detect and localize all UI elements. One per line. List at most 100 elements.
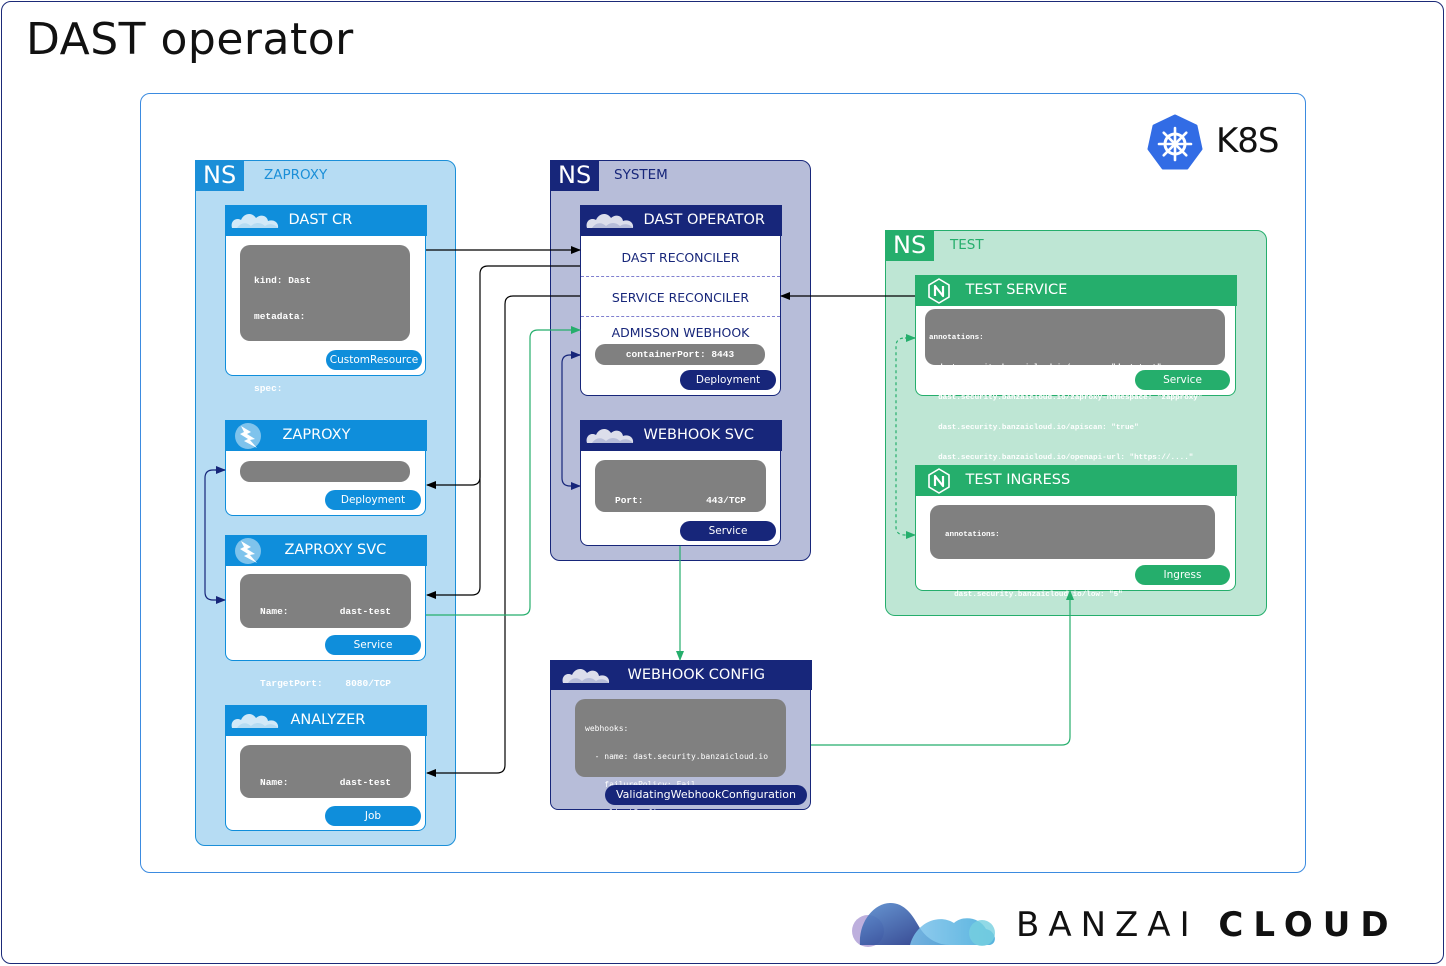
card-header: DAST CR <box>224 204 427 236</box>
code-block: Name: dast-test Port: 8080/TCP TargetPort:… <box>240 574 411 689</box>
kind-badge: Service <box>680 521 776 541</box>
field-key: Name: <box>260 606 289 617</box>
field-row: Name: dast-test <box>260 606 391 618</box>
card-test-service[interactable]: TEST SERVICE annotations: dast.security.… <box>914 274 1237 462</box>
card-title: ZAPROXY SVC <box>284 541 387 558</box>
field-value: 443/TCP <box>706 495 746 506</box>
admission-webhook-label: ADMISSON WEBHOOK <box>611 325 750 340</box>
card-header: ZAPROXY <box>224 419 427 451</box>
cloud-icon <box>586 213 633 228</box>
card-header: ZAPROXY SVC <box>224 534 427 566</box>
field-value: 8080/TCP <box>345 678 391 689</box>
code-line: kind: Dast <box>254 275 312 286</box>
code-line: webhooks: <box>585 723 629 733</box>
field-key: TargetPort: <box>615 531 678 542</box>
card-dast-cr[interactable]: DAST CR kind: Dast metadata: name: dast-… <box>224 204 427 502</box>
card-webhook-svc[interactable]: WEBHOOK SVC Port:443/TCP TargetPort:8443… <box>579 419 782 546</box>
code-block: annotations: dast.security.banzaicloud.i… <box>925 309 1225 462</box>
kind-badge: Job <box>325 806 421 826</box>
field-value: 8080/TCP <box>345 849 391 860</box>
card-title: WEBHOOK CONFIG <box>627 666 766 683</box>
brand-word-banzai: BANZAI <box>1016 905 1199 945</box>
section-divider <box>581 316 780 317</box>
code-line: annotations: <box>929 334 984 342</box>
card-title: TEST INGRESS <box>965 471 1071 488</box>
nginx-icon <box>927 277 950 304</box>
field-value: dast-test <box>339 777 391 788</box>
field-key: TargetPort: <box>260 849 323 860</box>
card-title: ANALYZER <box>290 711 366 728</box>
ns-name: SYSTEM <box>614 167 668 183</box>
field-row: TargetPort: 8080/TCP <box>260 849 391 861</box>
card-webhook-config[interactable]: WEBHOOK CONFIG webhooks: - name: dast.se… <box>549 659 812 902</box>
card-title: DAST CR <box>288 211 353 228</box>
code-line: dast.security.banzaicloud.io/information… <box>945 621 1173 629</box>
field-value: dast-test <box>339 606 391 617</box>
kind-badge: Service <box>1135 370 1230 390</box>
ns-badge: NS <box>885 230 935 261</box>
nginx-icon <box>927 467 950 494</box>
field-row: Name: dast-test <box>260 777 391 789</box>
section-divider <box>581 276 780 277</box>
zap-bolt-icon <box>234 422 261 449</box>
ns-badge: NS <box>195 160 245 191</box>
code-line: dast.security.banzaicloud.io/low: "5" <box>945 591 1123 599</box>
card-header: ANALYZER <box>224 704 427 736</box>
code-line: - name: dast.security.banzaicloud.io <box>585 752 769 762</box>
card-dast-operator[interactable]: DAST OPERATOR DAST RECONCILER SERVICE RE… <box>579 204 782 396</box>
brand-word-cloud: CLOUD <box>1218 905 1399 945</box>
field-key: Name: <box>258 492 287 503</box>
code-block: containerPort: 8443 <box>595 344 765 365</box>
code-line: clientConfig: <box>585 808 667 818</box>
card-header: WEBHOOK CONFIG <box>549 659 812 690</box>
kind-badge: Deployment <box>680 370 776 390</box>
field-row: TargetPort: 8080/TCP <box>260 678 391 690</box>
card-zaproxy[interactable]: ZAPROXY Name: dast-test Deployment <box>224 419 427 516</box>
code-line: service: <box>585 836 653 846</box>
kind-badge: Ingress <box>1135 565 1230 585</box>
cloud-icon <box>231 213 278 228</box>
code-line: spec: <box>254 383 283 394</box>
field-key: Port: <box>615 495 644 506</box>
card-zaproxy-svc[interactable]: ZAPROXY SVC Name: dast-test Port: 8080/TCP… <box>224 534 427 689</box>
kind-badge: Deployment <box>325 490 421 510</box>
code-block: webhooks: - name: dast.security.banzaicl… <box>575 699 786 902</box>
code-line: dast.security.banzaicloud.io/zaproxy-nam… <box>929 394 1203 402</box>
card-title: DAST OPERATOR <box>643 211 765 228</box>
card-analyzer[interactable]: ANALYZER Name: dast-test Port: 8080/TCP Ta… <box>224 704 427 860</box>
card-title: WEBHOOK SVC <box>643 426 755 443</box>
card-header: WEBHOOK SVC <box>579 419 782 451</box>
brand-wordmark: BANZAI CLOUD <box>1016 905 1399 945</box>
field-key: Name: <box>260 777 289 788</box>
service-reconciler-label: SERVICE RECONCILER <box>611 290 750 305</box>
cloud-icon <box>586 428 633 443</box>
code-line: annotations: <box>945 531 1000 539</box>
ns-name: ZAPROXY <box>264 167 328 183</box>
code-block: annotations: dast.security.banzaicloud.i… <box>930 505 1215 629</box>
card-header: TEST INGRESS <box>914 464 1237 496</box>
field-key: Port: <box>260 642 289 653</box>
code-line: dast.security.banzaicloud.io/apiscan: "t… <box>929 424 1139 432</box>
code-block: kind: Dast metadata: name: dast-sample s… <box>240 245 410 502</box>
card-title: TEST SERVICE <box>965 281 1068 298</box>
code-line: dast.security.banzaicloud.io/openapi-url… <box>929 454 1194 462</box>
ns-badge: NS <box>550 160 600 191</box>
code-line: metadata: <box>254 311 306 322</box>
card-header: DAST OPERATOR <box>579 204 782 236</box>
ns-name: TEST <box>950 237 984 253</box>
field-key: TargetPort: <box>260 678 323 689</box>
cloud-icon <box>562 668 609 683</box>
code-line: namespace: system <box>585 893 706 903</box>
page-title: DAST operator <box>26 14 354 65</box>
field-key: Port: <box>260 813 289 824</box>
dast-reconciler-label: DAST RECONCILER <box>621 250 740 265</box>
code-block: Name: dast-test Port: 8080/TCP TargetPort:… <box>240 745 411 860</box>
kubernetes-helm-icon <box>1147 114 1203 170</box>
kind-badge: CustomResource <box>326 350 422 370</box>
card-title: ZAPROXY <box>282 426 351 443</box>
kind-badge: ValidatingWebhookConfiguration <box>605 785 807 805</box>
card-test-ingress[interactable]: TEST INGRESS annotations: dast.security.… <box>914 464 1237 629</box>
code-block: Port:443/TCP TargetPort:8443/TCP <box>595 460 766 542</box>
zap-bolt-icon <box>234 537 261 564</box>
code-line: name: webhook-service <box>585 864 725 874</box>
